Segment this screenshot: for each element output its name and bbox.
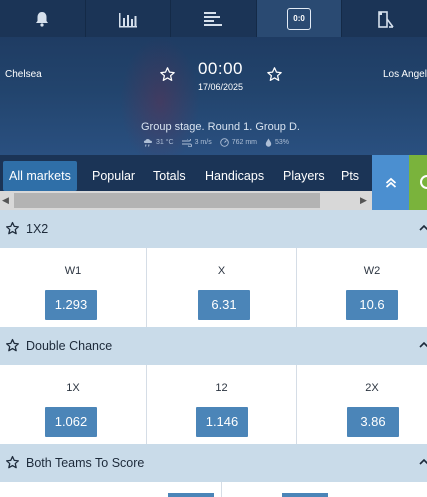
market-outcomes-double-chance: 1X 1.062 12 1.146 2X 3.86 — [0, 365, 427, 444]
odd-button[interactable]: 1.062 — [45, 407, 97, 437]
scoreboard-button[interactable]: 0:0 — [256, 0, 343, 37]
water-drop-icon — [265, 138, 272, 147]
scoreboard-label: 0:0 — [293, 14, 305, 23]
field-icon — [377, 10, 394, 28]
tab-all-markets[interactable]: All markets — [3, 161, 77, 191]
tabs-horizontal-scrollbar[interactable]: ◀ ▶ — [0, 191, 372, 210]
outcome-cell: W2 10.6 — [297, 248, 427, 327]
circle-partial-icon — [420, 175, 427, 189]
scroll-right-arrow-icon[interactable]: ▶ — [360, 195, 367, 206]
scoreboard-icon: 0:0 — [287, 7, 312, 30]
field-view-button[interactable] — [342, 0, 427, 37]
outcome-label: W1 — [64, 265, 82, 277]
outcome-cell: 12 1.146 — [147, 365, 297, 444]
match-stage: Group stage. Round 1. Group D. — [141, 121, 300, 133]
star-icon[interactable] — [5, 338, 20, 353]
live-button[interactable] — [409, 155, 427, 210]
outcome-label: 12 — [215, 382, 228, 394]
double-chevron-up-icon — [385, 177, 396, 188]
outcome-cell: 1X 1.062 — [0, 365, 147, 444]
outcome-label: 2X — [365, 382, 379, 394]
lineup-list-button[interactable] — [171, 0, 257, 37]
tab-totals[interactable]: Totals — [153, 161, 186, 191]
odd-button-partial[interactable] — [282, 493, 328, 497]
pressure-value: 762 mm — [231, 139, 258, 146]
odd-button[interactable]: 6.31 — [198, 290, 250, 320]
temperature-item: 31 °C — [143, 138, 174, 147]
weather-info: 31 °C 3 m/s 762 mm 53% — [143, 138, 289, 147]
outcome-label: 1X — [66, 382, 80, 394]
odd-button[interactable]: 10.6 — [346, 290, 398, 320]
outcome-cell: W1 1.293 — [0, 248, 147, 327]
star-icon[interactable] — [5, 221, 20, 236]
outcome-cell: 2X 3.86 — [297, 365, 427, 444]
tab-players[interactable]: Players — [283, 161, 325, 191]
wind-icon — [181, 138, 192, 147]
chevron-up-icon[interactable] — [419, 457, 427, 467]
market-title: Both Teams To Score — [26, 456, 145, 470]
market-outcomes-1x2: W1 1.293 X 6.31 W2 10.6 — [0, 248, 427, 327]
outcome-cell: X 6.31 — [147, 248, 297, 327]
tab-handicaps[interactable]: Handicaps — [205, 161, 264, 191]
market-header-double-chance[interactable]: Double Chance — [0, 327, 427, 365]
scrollbar-thumb[interactable] — [14, 193, 320, 208]
wind-value: 3 m/s — [194, 139, 212, 146]
pressure-item: 762 mm — [219, 138, 258, 147]
humidity-value: 53% — [275, 139, 290, 146]
top-toolbar: 0:0 — [0, 0, 427, 37]
statistics-button[interactable] — [86, 0, 172, 37]
humidity-item: 53% — [265, 138, 289, 147]
wind-item: 3 m/s — [181, 138, 212, 147]
match-date: 17/06/2025 — [197, 82, 244, 92]
notifications-button[interactable] — [0, 0, 86, 37]
away-team-name[interactable]: Los Angeles — [383, 69, 427, 80]
odd-button[interactable]: 3.86 — [347, 407, 399, 437]
list-lines-icon — [204, 11, 223, 26]
match-time: 00:00 — [197, 59, 244, 78]
temperature-value: 31 °C — [156, 139, 174, 146]
tab-popular[interactable]: Popular — [92, 161, 135, 191]
market-title: 1X2 — [26, 222, 49, 236]
cloud-rain-icon — [143, 139, 153, 147]
chevron-up-icon[interactable] — [419, 340, 427, 350]
star-icon[interactable] — [5, 455, 20, 470]
outcome-label: X — [217, 265, 226, 277]
stats-chart-icon — [118, 12, 137, 27]
cell-divider — [221, 482, 222, 497]
market-header-1x2[interactable]: 1X2 — [0, 210, 427, 248]
odd-button[interactable]: 1.146 — [196, 407, 248, 437]
outcome-label: W2 — [363, 265, 381, 277]
bell-icon — [36, 11, 49, 27]
market-header-both-teams-to-score[interactable]: Both Teams To Score — [0, 444, 427, 482]
favorite-away-star-icon[interactable] — [266, 66, 283, 83]
chevron-up-icon[interactable] — [419, 223, 427, 233]
market-title: Double Chance — [26, 339, 113, 353]
odd-button[interactable]: 1.293 — [45, 290, 97, 320]
match-header: Chelsea 00:00 17/06/2025 Los Angeles Gro… — [0, 37, 427, 155]
odd-button-partial[interactable] — [168, 493, 214, 497]
collapse-header-button[interactable] — [372, 155, 409, 210]
scroll-left-arrow-icon[interactable]: ◀ — [2, 195, 9, 206]
pressure-gauge-icon — [219, 138, 229, 147]
market-outcomes-both-teams-to-score — [0, 482, 427, 497]
tab-pts[interactable]: Pts — [341, 161, 359, 191]
